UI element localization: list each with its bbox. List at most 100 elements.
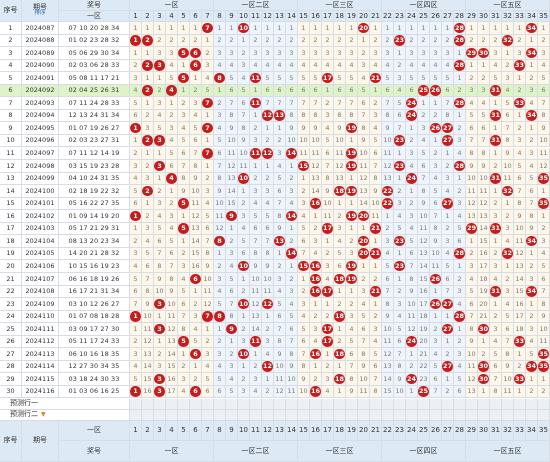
predict-cell[interactable]	[238, 398, 250, 410]
predict-cell[interactable]	[274, 409, 286, 421]
predict-cell[interactable]	[406, 409, 418, 421]
miss-count: 3	[253, 48, 258, 57]
period-header[interactable]: 期号 排序	[22, 0, 59, 22]
footer-zone: 一区二区	[214, 441, 298, 462]
predict-cell[interactable]	[190, 409, 202, 421]
predict-cell[interactable]	[214, 398, 226, 410]
predict-cell[interactable]	[142, 398, 154, 410]
predict-cell[interactable]	[490, 409, 502, 421]
predict-cell[interactable]	[298, 398, 310, 410]
predict-cell[interactable]	[226, 409, 238, 421]
predict-cell[interactable]	[418, 398, 430, 410]
predict-cell[interactable]	[250, 409, 262, 421]
miss-count: 11	[239, 161, 248, 170]
predict-cell[interactable]	[394, 398, 406, 410]
predict-cell[interactable]	[178, 409, 190, 421]
predict-cell[interactable]	[202, 409, 214, 421]
number-cell: 1	[370, 298, 382, 311]
dropdown-arrow-icon[interactable]: ▼	[41, 411, 46, 418]
predict-cell[interactable]	[226, 398, 238, 410]
predict-cell[interactable]	[454, 409, 466, 421]
miss-count: 5	[517, 161, 522, 170]
predict-cell[interactable]	[382, 398, 394, 410]
predict-cell[interactable]	[310, 398, 322, 410]
predict-cell[interactable]	[538, 409, 550, 421]
predict-cell[interactable]	[262, 398, 274, 410]
predict-cell[interactable]	[382, 409, 394, 421]
predict-cell[interactable]	[154, 409, 166, 421]
predict-cell[interactable]	[334, 398, 346, 410]
miss-count: 5	[445, 261, 450, 270]
predict-cell[interactable]	[370, 398, 382, 410]
predict-cell[interactable]	[406, 398, 418, 410]
predict-cell[interactable]	[502, 409, 514, 421]
predict-cell[interactable]	[538, 398, 550, 410]
predict-cell[interactable]	[514, 398, 526, 410]
predict-cell[interactable]	[286, 409, 298, 421]
drawn-ball: 6	[190, 60, 201, 71]
miss-count: 8	[265, 249, 270, 258]
miss-count: 5	[133, 186, 138, 195]
predict-cell[interactable]	[262, 409, 274, 421]
number-cell: 3	[334, 47, 346, 60]
predict-cell[interactable]	[454, 398, 466, 410]
predict-cell[interactable]	[526, 398, 538, 410]
predict-cell[interactable]	[274, 398, 286, 410]
miss-count: 3	[445, 236, 450, 245]
predict-cell[interactable]	[478, 398, 490, 410]
predict-cell[interactable]	[298, 409, 310, 421]
predict-cell[interactable]	[358, 409, 370, 421]
number-cell: 2	[454, 122, 466, 135]
number-cell: 7	[310, 97, 322, 110]
predict-row-label[interactable]: 预测行一	[0, 398, 130, 410]
predict-cell[interactable]	[310, 409, 322, 421]
predict-cell[interactable]	[346, 409, 358, 421]
predict-cell[interactable]	[478, 409, 490, 421]
predict-cell[interactable]	[130, 398, 142, 410]
predict-cell[interactable]	[430, 409, 442, 421]
predict-cell[interactable]	[130, 409, 142, 421]
predict-cell[interactable]	[154, 398, 166, 410]
number-cell: 1	[454, 109, 466, 123]
predict-cell[interactable]	[346, 398, 358, 410]
predict-cell[interactable]	[370, 409, 382, 421]
predict-cell[interactable]	[286, 398, 298, 410]
predict-cell[interactable]	[394, 409, 406, 421]
number-cell: 2	[454, 84, 466, 98]
predict-cell[interactable]	[358, 398, 370, 410]
number-cell: 28	[454, 59, 466, 73]
miss-count: 9	[469, 161, 474, 170]
predict-cell[interactable]	[166, 409, 178, 421]
predict-cell[interactable]	[490, 398, 502, 410]
predict-cell[interactable]	[466, 409, 478, 421]
number-cell: 5	[166, 235, 178, 248]
predict-cell[interactable]	[142, 409, 154, 421]
predict-cell[interactable]	[178, 398, 190, 410]
predict-cell[interactable]	[214, 409, 226, 421]
predict-cell[interactable]	[430, 398, 442, 410]
predict-cell[interactable]	[322, 398, 334, 410]
number-cell: 1	[274, 247, 286, 261]
predict-cell[interactable]	[466, 398, 478, 410]
predict-cell[interactable]	[166, 398, 178, 410]
miss-count: 2	[217, 261, 222, 270]
row-period: 2024107	[22, 273, 59, 286]
number-cell: 1	[526, 247, 538, 261]
number-cell: 2	[430, 34, 442, 48]
predict-cell[interactable]	[334, 409, 346, 421]
number-cell: 1	[334, 285, 346, 299]
predict-cell[interactable]	[442, 398, 454, 410]
predict-cell[interactable]	[502, 398, 514, 410]
predict-cell[interactable]	[250, 398, 262, 410]
sort-button[interactable]: 排序	[34, 11, 45, 17]
predict-cell[interactable]	[190, 398, 202, 410]
predict-cell[interactable]	[202, 398, 214, 410]
predict-cell[interactable]	[418, 409, 430, 421]
predict-cell[interactable]	[442, 409, 454, 421]
predict-row-label[interactable]: 预测行二 ▼	[0, 409, 130, 421]
predict-cell[interactable]	[514, 409, 526, 421]
drawn-ball: 25	[418, 386, 429, 397]
predict-cell[interactable]	[322, 409, 334, 421]
predict-cell[interactable]	[526, 409, 538, 421]
predict-cell[interactable]	[238, 409, 250, 421]
